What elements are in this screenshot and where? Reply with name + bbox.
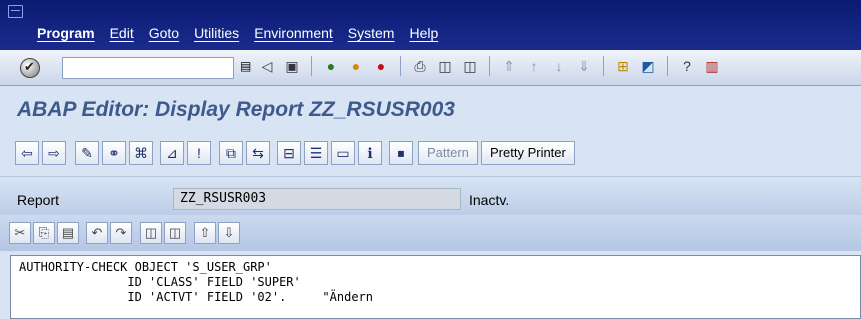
object-list-icon[interactable]: ⊟ <box>277 141 301 165</box>
system-menu-icon[interactable] <box>8 5 23 18</box>
report-header: Report ZZ_RSUSR003 Inactv. <box>0 177 861 215</box>
redo-icon[interactable]: ↷ <box>110 222 132 244</box>
create-session-icon[interactable]: ⊞ <box>614 56 632 76</box>
download-icon[interactable]: ⇩ <box>218 222 240 244</box>
pretty-printer-button[interactable]: Pretty Printer <box>481 141 575 165</box>
help-icon[interactable]: ? <box>678 56 696 76</box>
copy-icon[interactable]: ⎘ <box>33 222 55 244</box>
cancel-icon[interactable]: ● <box>372 56 390 76</box>
info-icon[interactable]: ℹ <box>358 141 382 165</box>
previous-page-icon[interactable]: ↑ <box>525 56 543 76</box>
system-toolbar: ▤ ◁ ▣ ● ● ● ⎙ ◫ ◫ ⇑ ↑ ↓ ⇓ ⊞ ◩ ? ▥ <box>0 50 861 86</box>
search-next-icon[interactable]: ◫ <box>164 222 186 244</box>
menu-utilities[interactable]: Utilities <box>194 25 239 41</box>
menu-program[interactable]: Program <box>37 25 95 41</box>
activate-icon[interactable]: ⊿ <box>160 141 184 165</box>
last-page-icon[interactable]: ⇓ <box>575 56 593 76</box>
code-line: ID 'ACTVT' FIELD '02'. "Ändern <box>19 290 374 304</box>
check-icon[interactable]: ⌘ <box>129 141 153 165</box>
breakpoint-stop-icon[interactable]: ⏹ <box>389 141 413 165</box>
find-icon[interactable]: ◫ <box>436 56 454 76</box>
cut-icon[interactable]: ✂ <box>9 222 31 244</box>
back-arrow-button[interactable]: ⇦ <box>15 141 39 165</box>
fullscreen-icon[interactable]: ▭ <box>331 141 355 165</box>
menu-edit[interactable]: Edit <box>110 25 134 41</box>
find-next-icon[interactable]: ◫ <box>461 56 479 76</box>
shortcut-icon[interactable]: ◩ <box>639 56 657 76</box>
where-used-icon[interactable]: ⧉ <box>219 141 243 165</box>
first-page-icon[interactable]: ⇑ <box>500 56 518 76</box>
display-object-list-icon[interactable]: ☰ <box>304 141 328 165</box>
search-icon[interactable]: ◫ <box>140 222 162 244</box>
back-arrow-icon[interactable]: ◁ <box>258 56 276 76</box>
exit-icon[interactable]: ● <box>347 56 365 76</box>
active-inactive-icon[interactable]: ⚭ <box>102 141 126 165</box>
code-line: AUTHORITY-CHECK OBJECT 'S_USER_GRP' <box>19 260 272 274</box>
undo-icon[interactable]: ↶ <box>86 222 108 244</box>
report-label: Report <box>17 192 60 208</box>
menu-goto[interactable]: Goto <box>149 25 179 41</box>
menu-help[interactable]: Help <box>409 25 438 41</box>
back-icon[interactable]: ● <box>322 56 340 76</box>
test-icon[interactable]: ! <box>187 141 211 165</box>
menu-items: Program Edit Goto Utilities Environment … <box>37 25 438 41</box>
menu-system[interactable]: System <box>348 25 395 41</box>
command-field[interactable] <box>62 57 234 79</box>
pattern-button[interactable]: Pattern <box>418 141 478 165</box>
standard-toolbar-icons: ◁ ▣ ● ● ● ⎙ ◫ ◫ ⇑ ↑ ↓ ⇓ ⊞ ◩ ? ▥ <box>258 56 721 76</box>
title-bar: ABAP Editor: Display Report ZZ_RSUSR003 <box>0 86 861 132</box>
upload-icon[interactable]: ⇧ <box>194 222 216 244</box>
code-line: ID 'CLASS' FIELD 'SUPER' <box>19 275 301 289</box>
enter-button[interactable] <box>20 58 40 78</box>
menu-environment[interactable]: Environment <box>254 25 333 41</box>
customize-layout-icon[interactable]: ▥ <box>703 56 721 76</box>
editor-toolbar: ✂ ⎘ ▤ ↶ ↷ ◫ ◫ ⇧ ⇩ <box>0 215 861 251</box>
navigation-icon[interactable]: ⇆ <box>246 141 270 165</box>
next-page-icon[interactable]: ↓ <box>550 56 568 76</box>
print-icon[interactable]: ⎙ <box>411 56 429 76</box>
display-change-icon[interactable]: ✎ <box>75 141 99 165</box>
code-editor[interactable]: AUTHORITY-CHECK OBJECT 'S_USER_GRP' ID '… <box>10 255 861 319</box>
save-icon[interactable]: ▣ <box>283 56 301 76</box>
page-title: ABAP Editor: Display Report ZZ_RSUSR003 <box>17 98 455 121</box>
code-lines: AUTHORITY-CHECK OBJECT 'S_USER_GRP' ID '… <box>19 260 373 305</box>
menu-bar: Program Edit Goto Utilities Environment … <box>0 0 861 50</box>
forward-arrow-button[interactable]: ⇨ <box>42 141 66 165</box>
status-badge: Inactv. <box>469 192 510 208</box>
paste-icon[interactable]: ▤ <box>57 222 79 244</box>
command-history-icon[interactable]: ▤ <box>240 59 251 73</box>
application-toolbar: ⇦ ⇨ ✎ ⚭ ⌘ ⊿ ! ⧉ ⇆ ⊟ ☰ ▭ ℹ ⏹ Pattern Pret… <box>0 132 861 177</box>
report-name-field: ZZ_RSUSR003 <box>173 188 461 210</box>
